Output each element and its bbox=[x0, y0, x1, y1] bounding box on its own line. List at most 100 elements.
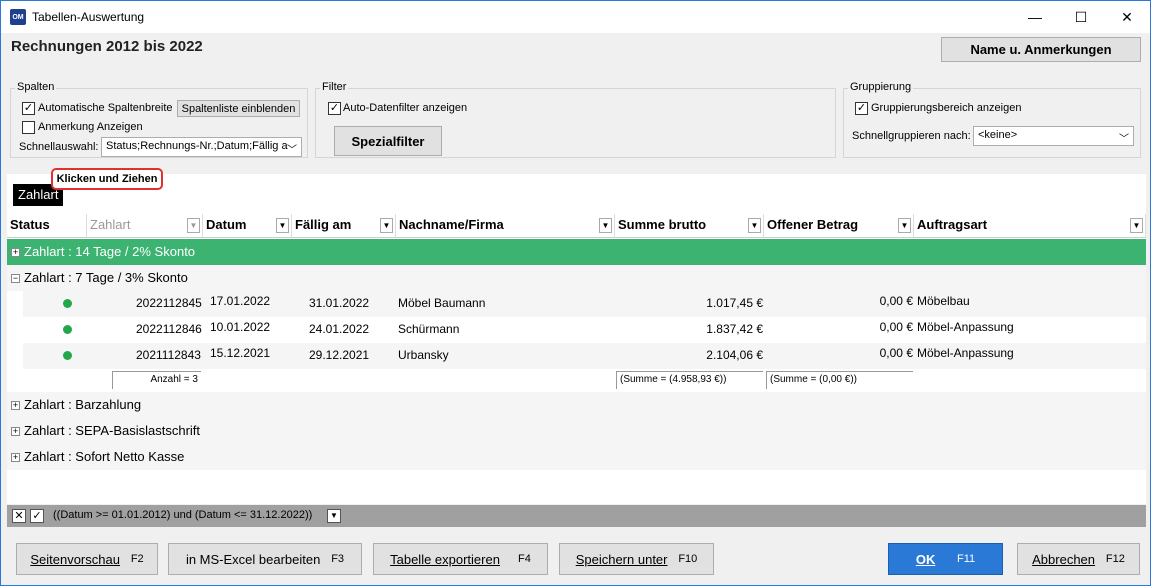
chevron-down-icon: ﹀ bbox=[1119, 134, 1129, 145]
name-annotations-button[interactable]: Name u. Anmerkungen bbox=[941, 37, 1141, 62]
column-header-faellig[interactable]: Fällig am ▼ bbox=[292, 214, 396, 238]
grouping-area-checkbox[interactable]: ✓ bbox=[855, 102, 868, 115]
cell-offen: 0,00 € bbox=[879, 346, 913, 360]
group-row-label: Zahlart : SEPA-Basislastschrift bbox=[24, 423, 201, 438]
export-button[interactable]: Tabelle exportieren F4 bbox=[373, 543, 548, 575]
table-row[interactable]: 2022112846 10.01.2022 24.01.2022 Schürma… bbox=[23, 317, 1146, 343]
show-note-label: Anmerkung Anzeigen bbox=[38, 121, 143, 133]
dropdown-icon[interactable]: ▼ bbox=[276, 218, 289, 233]
expand-icon[interactable]: + bbox=[11, 248, 20, 258]
clear-filter-icon[interactable]: ✕ bbox=[12, 509, 26, 523]
quick-group-dropdown[interactable]: <keine> ﹀ bbox=[973, 126, 1134, 146]
column-header-label: Nachname/Firma bbox=[399, 217, 504, 232]
save-as-button[interactable]: Speichern unter F10 bbox=[559, 543, 714, 575]
column-header-name[interactable]: Nachname/Firma ▼ bbox=[396, 214, 615, 238]
column-header-label: Datum bbox=[206, 217, 247, 232]
maximize-icon[interactable]: ☐ bbox=[1058, 1, 1104, 33]
column-header-label: Auftragsart bbox=[917, 217, 988, 232]
cell-faellig: 24.01.2022 bbox=[309, 322, 370, 336]
title-bar[interactable]: OM Tabellen-Auswertung — ☐ ✕ bbox=[1, 1, 1150, 33]
drag-tooltip: Klicken und Ziehen bbox=[51, 168, 163, 190]
dropdown-icon[interactable]: ▼ bbox=[380, 218, 393, 233]
column-header-zahlart[interactable]: Zahlart ▼ bbox=[87, 214, 203, 238]
group-row[interactable]: + Zahlart : SEPA-Basislastschrift bbox=[7, 418, 1146, 444]
column-header-label: Status bbox=[10, 217, 50, 232]
expand-icon[interactable]: + bbox=[11, 401, 20, 411]
expand-icon[interactable]: + bbox=[11, 427, 20, 437]
filter-dropdown-icon[interactable]: ▼ bbox=[327, 509, 341, 523]
window: OM Tabellen-Auswertung — ☐ ✕ Rechnungen … bbox=[0, 0, 1151, 586]
expand-icon[interactable]: + bbox=[11, 453, 20, 463]
auto-filter-label: Auto-Datenfilter anzeigen bbox=[343, 102, 468, 114]
cell-nr: 2021112843 bbox=[136, 348, 201, 362]
group-row-label: Zahlart : Sofort Netto Kasse bbox=[24, 449, 185, 464]
status-dot bbox=[63, 325, 72, 334]
quick-group-value: <keine> bbox=[978, 129, 1018, 141]
column-header-brutto[interactable]: Summe brutto ▼ bbox=[615, 214, 764, 238]
show-column-list-button[interactable]: Spaltenliste einblenden bbox=[177, 100, 300, 117]
auto-filter-checkbox[interactable]: ✓ bbox=[328, 102, 341, 115]
group-row[interactable]: + Zahlart : Sofort Netto Kasse bbox=[7, 444, 1146, 470]
column-header-label: Zahlart bbox=[90, 217, 131, 232]
cell-offen: 0,00 € bbox=[879, 294, 913, 308]
table-row[interactable]: 2021112843 15.12.2021 29.12.2021 Urbansk… bbox=[23, 343, 1146, 369]
group-row[interactable]: − Zahlart : 7 Tage / 3% Skonto bbox=[7, 265, 1146, 291]
excel-button[interactable]: in MS-Excel bearbeiten F3 bbox=[168, 543, 362, 575]
summary-offen: (Summe = (0,00 €)) bbox=[766, 371, 913, 389]
cell-brutto: 2.104,06 € bbox=[706, 348, 763, 362]
close-icon[interactable]: ✕ bbox=[1104, 1, 1150, 33]
dropdown-icon[interactable]: ▼ bbox=[898, 218, 911, 233]
special-filter-button[interactable]: Spezialfilter bbox=[334, 126, 442, 156]
table-row[interactable]: 2022112845 17.01.2022 31.01.2022 Möbel B… bbox=[23, 291, 1146, 317]
export-label: Tabelle exportieren bbox=[390, 551, 500, 567]
show-note-checkbox[interactable] bbox=[22, 121, 35, 134]
grouping-area-label: Gruppierungsbereich anzeigen bbox=[871, 102, 1022, 114]
column-header-datum[interactable]: Datum ▼ bbox=[203, 214, 292, 238]
quick-select-dropdown[interactable]: Status;Rechnungs-Nr.;Datum;Fällig a ﹀ bbox=[101, 137, 302, 157]
auto-width-label: Automatische Spaltenbreite bbox=[38, 102, 173, 114]
cell-name: Schürmann bbox=[398, 322, 460, 336]
dropdown-icon[interactable]: ▼ bbox=[187, 218, 200, 233]
dropdown-icon[interactable]: ▼ bbox=[748, 218, 761, 233]
cell-name: Möbel Baumann bbox=[398, 296, 486, 310]
cell-faellig: 31.01.2022 bbox=[309, 296, 370, 310]
group-row[interactable]: + Zahlart : Barzahlung bbox=[7, 392, 1146, 418]
cancel-button[interactable]: Abbrechen F12 bbox=[1017, 543, 1140, 575]
cell-brutto: 1.837,42 € bbox=[706, 322, 763, 336]
group-row-label: Zahlart : 7 Tage / 3% Skonto bbox=[24, 270, 188, 285]
ok-label: OK bbox=[915, 551, 936, 567]
data-grid: Zahlart Klicken und Ziehen Status Zahlar… bbox=[7, 168, 1146, 504]
preview-label: Seitenvorschau bbox=[30, 551, 120, 567]
minimize-icon[interactable]: — bbox=[1012, 1, 1058, 33]
preview-shortcut: F2 bbox=[130, 553, 144, 565]
cell-nr: 2022112845 bbox=[136, 296, 202, 310]
cell-faellig: 29.12.2021 bbox=[309, 348, 370, 362]
quick-group-label: Schnellgruppieren nach: bbox=[852, 130, 971, 142]
collapse-icon[interactable]: − bbox=[11, 274, 20, 284]
ok-shortcut: F11 bbox=[957, 553, 976, 565]
dropdown-icon[interactable]: ▼ bbox=[1130, 218, 1143, 233]
column-header-status[interactable]: Status bbox=[7, 214, 87, 238]
group-row[interactable]: + Zahlart : 14 Tage / 2% Skonto bbox=[7, 239, 1146, 265]
column-header-auftragsart[interactable]: Auftragsart ▼ bbox=[914, 214, 1146, 238]
status-dot bbox=[63, 351, 72, 360]
column-header-offen[interactable]: Offener Betrag ▼ bbox=[764, 214, 914, 238]
preview-button[interactable]: Seitenvorschau F2 bbox=[16, 543, 158, 575]
save-as-shortcut: F10 bbox=[678, 553, 698, 565]
filter-enabled-checkbox[interactable]: ✓ bbox=[30, 509, 44, 523]
name-annotations-label: Name u. Anmerkungen bbox=[970, 42, 1112, 57]
spalten-group-label: Spalten bbox=[15, 81, 57, 93]
auto-width-checkbox[interactable]: ✓ bbox=[22, 102, 35, 115]
group-row-label: Zahlart : Barzahlung bbox=[24, 397, 142, 412]
column-header-label: Fällig am bbox=[295, 217, 352, 232]
cell-name: Urbansky bbox=[398, 348, 449, 362]
cell-datum: 10.01.2022 bbox=[210, 320, 271, 334]
summary-count: Anzahl = 3 bbox=[112, 371, 201, 389]
ok-button[interactable]: OK F11 bbox=[888, 543, 1003, 575]
cell-offen: 0,00 € bbox=[879, 320, 913, 334]
cell-datum: 17.01.2022 bbox=[210, 294, 271, 308]
grouping-group: Gruppierung ✓ Gruppierungsbereich anzeig… bbox=[843, 81, 1141, 158]
group-row-label: Zahlart : 14 Tage / 2% Skonto bbox=[24, 244, 196, 259]
cancel-label: Abbrechen bbox=[1032, 551, 1096, 567]
dropdown-icon[interactable]: ▼ bbox=[599, 218, 612, 233]
